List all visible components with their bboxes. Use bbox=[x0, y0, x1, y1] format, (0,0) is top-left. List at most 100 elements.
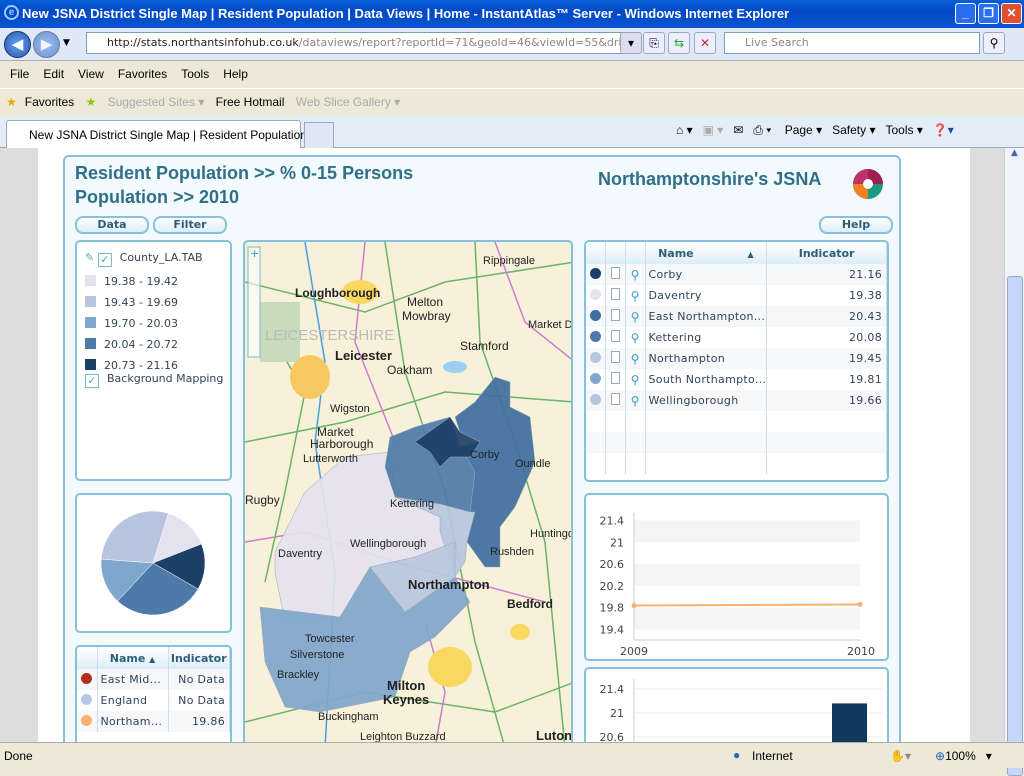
scroll-up-button[interactable]: ▲ bbox=[1005, 148, 1024, 166]
new-tab-button[interactable] bbox=[304, 122, 334, 148]
menu-file[interactable]: File bbox=[10, 67, 29, 81]
table-row[interactable]: ⚲ South Northampto... 19.81 bbox=[586, 369, 887, 390]
indicator-value: No Data bbox=[168, 669, 230, 690]
filter-button[interactable]: Filter bbox=[153, 216, 227, 234]
menu-view[interactable]: View bbox=[78, 67, 104, 81]
background-mapping-checkbox[interactable]: ✓ bbox=[85, 374, 99, 388]
add-favorite-icon[interactable]: ★ bbox=[85, 95, 96, 109]
forward-button[interactable]: ▶ bbox=[33, 31, 60, 58]
help-button[interactable]: Help bbox=[819, 216, 893, 234]
maximize-button[interactable]: ❐ bbox=[978, 3, 999, 24]
document-icon[interactable] bbox=[611, 267, 621, 279]
table-row[interactable]: ⚲ Daventry 19.38 bbox=[586, 285, 887, 306]
indicator-value: 20.43 bbox=[766, 306, 887, 327]
table-row[interactable]: Northam... 19.86 bbox=[77, 711, 230, 732]
page-menu[interactable]: Page ▾ bbox=[785, 123, 822, 137]
data-button[interactable]: Data bbox=[75, 216, 149, 234]
back-button[interactable]: ◀ bbox=[4, 31, 31, 58]
map-panel[interactable]: Rippingale Loughborough Melton Mowbray LEICE… bbox=[243, 240, 573, 742]
map-place-label: Harborough bbox=[310, 437, 373, 451]
report-title-line2: Population >> 2010 bbox=[75, 187, 240, 207]
district-name[interactable]: South Northampto... bbox=[645, 369, 768, 390]
legend-swatch bbox=[85, 338, 96, 349]
y-tick-label: 21 bbox=[610, 536, 624, 549]
legend-class: 19.43 - 19.69 bbox=[85, 296, 178, 309]
refresh-icon[interactable]: ⇆ bbox=[668, 32, 690, 54]
sort-ascending-icon[interactable]: ▲ bbox=[149, 655, 155, 664]
zoom-control[interactable]: ⊕100% ▾ bbox=[935, 749, 992, 763]
column-header-name[interactable]: Name ▲ bbox=[645, 242, 768, 264]
document-icon[interactable] bbox=[611, 330, 621, 342]
menu-edit[interactable]: Edit bbox=[43, 67, 64, 81]
zoom-to-icon[interactable]: ⚲ bbox=[631, 352, 640, 366]
table-row[interactable]: ⚲ Northampton 19.45 bbox=[586, 348, 887, 369]
document-icon[interactable] bbox=[611, 372, 621, 384]
menu-favorites[interactable]: Favorites bbox=[118, 67, 167, 81]
browser-tab-active[interactable]: New JSNA District Single Map | Resident … bbox=[6, 120, 327, 148]
hotmail-link[interactable]: Free Hotmail bbox=[216, 95, 285, 109]
menu-tools[interactable]: Tools bbox=[181, 67, 209, 81]
search-icon[interactable]: ⚲ bbox=[983, 32, 1005, 54]
table-row[interactable]: ⚲ Corby 21.16 bbox=[586, 264, 887, 285]
zoom-to-icon[interactable]: ⚲ bbox=[631, 373, 640, 387]
district-name[interactable]: Corby bbox=[645, 264, 768, 285]
data-point[interactable] bbox=[857, 601, 863, 607]
zoom-to-icon[interactable]: ⚲ bbox=[631, 394, 640, 408]
area-name[interactable]: East Mid... bbox=[97, 669, 169, 690]
stop-icon[interactable]: ✕ bbox=[694, 32, 716, 54]
url-dropdown-icon[interactable]: ▾ bbox=[620, 32, 642, 54]
bar[interactable] bbox=[832, 703, 867, 742]
document-icon[interactable] bbox=[611, 393, 621, 405]
favorites-button[interactable]: Favorites bbox=[25, 95, 74, 109]
feeds-icon[interactable]: ▣ ▾ bbox=[703, 123, 724, 137]
zoom-to-icon[interactable]: ⚲ bbox=[631, 289, 640, 303]
menu-help[interactable]: Help bbox=[223, 67, 248, 81]
sort-ascending-icon[interactable]: ▲ bbox=[748, 250, 754, 259]
district-name[interactable]: Kettering bbox=[645, 327, 768, 348]
history-dropdown-icon[interactable]: ▼ bbox=[63, 38, 70, 48]
district-name[interactable]: Wellingborough bbox=[645, 390, 768, 411]
column-header-name[interactable]: Name ▲ bbox=[97, 647, 169, 669]
help-icon[interactable]: ❓▾ bbox=[933, 123, 954, 137]
map-zoom-slider[interactable] bbox=[247, 246, 261, 358]
close-button[interactable]: ✕ bbox=[1001, 3, 1022, 24]
document-icon[interactable] bbox=[611, 351, 621, 363]
table-row[interactable]: ⚲ Kettering 20.08 bbox=[586, 327, 887, 348]
indicator-value: 19.86 bbox=[168, 711, 230, 732]
print-icon[interactable]: ⎙ ▾ bbox=[753, 123, 771, 137]
area-name[interactable]: Northam... bbox=[97, 711, 169, 732]
home-icon[interactable]: ⌂ ▾ bbox=[676, 123, 693, 137]
area-name[interactable]: England bbox=[97, 690, 169, 711]
minimize-button[interactable]: _ bbox=[955, 3, 976, 24]
compatibility-icon[interactable]: ⎘ bbox=[643, 32, 665, 54]
zoom-to-icon[interactable]: ⚲ bbox=[631, 331, 640, 345]
zoom-to-icon[interactable]: ⚲ bbox=[631, 310, 640, 324]
url-input[interactable]: http://stats.northantsinfohub.co.uk/data… bbox=[86, 32, 638, 54]
district-name[interactable]: Northampton bbox=[645, 348, 768, 369]
tools-menu[interactable]: Tools ▾ bbox=[885, 123, 922, 137]
suggested-sites-link[interactable]: Suggested Sites ▾ bbox=[108, 95, 205, 109]
zoom-to-icon[interactable]: ⚲ bbox=[631, 268, 640, 282]
web-slice-gallery-link[interactable]: Web Slice Gallery ▾ bbox=[296, 95, 401, 109]
column-header-indicator[interactable]: Indicator bbox=[766, 242, 887, 264]
document-icon[interactable] bbox=[611, 288, 621, 300]
data-point[interactable] bbox=[631, 603, 637, 609]
vertical-scrollbar[interactable]: ▲ bbox=[1004, 148, 1024, 776]
map[interactable]: Rippingale Loughborough MeltonMowbray LEICE… bbox=[245, 242, 571, 742]
table-row[interactable]: ⚲ East Northampton... 20.43 bbox=[586, 306, 887, 327]
search-input[interactable]: Live Search bbox=[724, 32, 980, 54]
table-row[interactable]: England No Data bbox=[77, 690, 230, 711]
zoom-in-icon[interactable]: + bbox=[250, 247, 259, 260]
document-icon[interactable] bbox=[611, 309, 621, 321]
layer-checkbox[interactable]: ✓ bbox=[97, 253, 112, 267]
district-name[interactable]: Daventry bbox=[645, 285, 768, 306]
table-row[interactable]: East Mid... No Data bbox=[77, 669, 230, 690]
protected-mode-icon[interactable]: ✋▾ bbox=[890, 749, 911, 763]
safety-menu[interactable]: Safety ▾ bbox=[832, 123, 875, 137]
scrollbar-thumb[interactable] bbox=[1007, 276, 1023, 776]
read-mail-icon[interactable]: ✉ bbox=[733, 123, 743, 137]
edit-pencil-icon[interactable]: ✎ bbox=[85, 251, 98, 264]
district-name[interactable]: East Northampton... bbox=[645, 306, 768, 327]
table-row[interactable]: ⚲ Wellingborough 19.66 bbox=[586, 390, 887, 411]
column-header-indicator[interactable]: Indicator bbox=[168, 647, 230, 669]
